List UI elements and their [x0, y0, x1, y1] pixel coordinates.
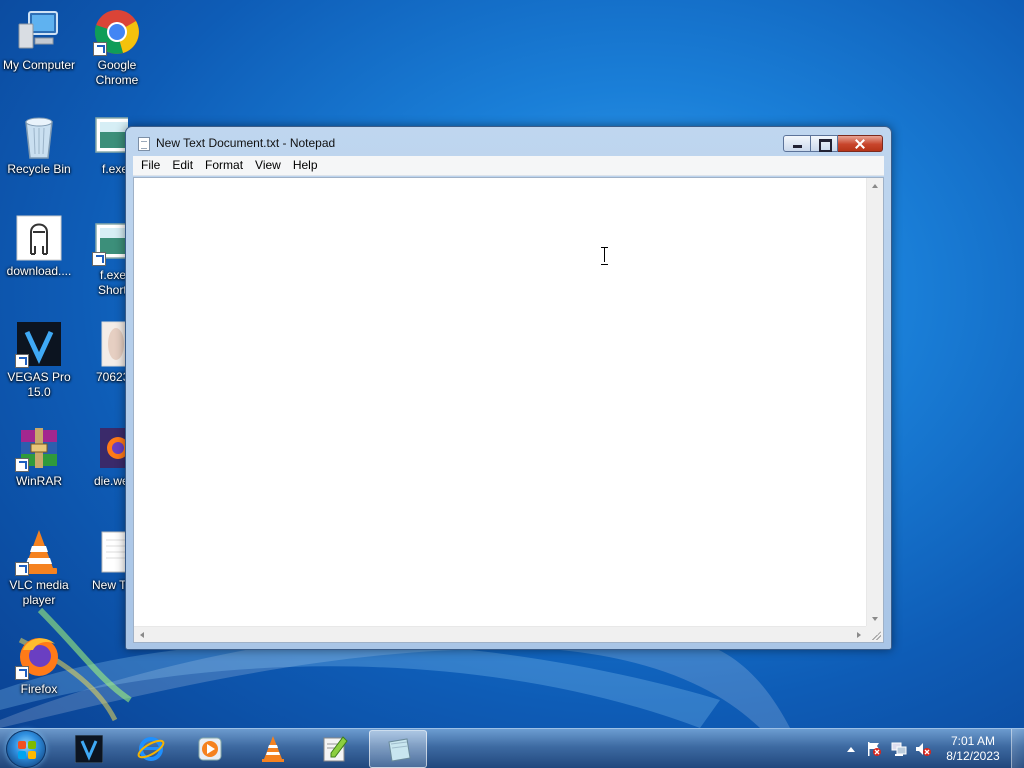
menu-help[interactable]: Help [287, 157, 324, 174]
recycle-bin-icon [15, 112, 63, 160]
exe-image-icon [92, 218, 128, 266]
shortcut-arrow-icon [15, 666, 29, 680]
desktop-icon-label: Recycle Bin [7, 162, 71, 176]
desktop-icon-label: Firefox [20, 682, 58, 696]
text-editing-area[interactable] [134, 178, 867, 627]
computer-icon [15, 8, 63, 56]
desktop-icon-f-exe[interactable]: f.exe [78, 112, 128, 177]
taskbar-app-notepad[interactable] [369, 730, 427, 768]
vegas-icon [15, 320, 63, 368]
desktop-icon-new-text-document[interactable]: New T Docume [78, 528, 128, 593]
action-center-flag-icon[interactable] [866, 741, 882, 757]
resize-grip[interactable] [866, 626, 883, 642]
menu-edit[interactable]: Edit [166, 157, 199, 174]
title-bar[interactable]: New Text Document.txt - Notepad [126, 127, 891, 157]
desktop-icon-label: My Computer [2, 58, 76, 72]
media-player-icon [198, 737, 222, 761]
winrar-icon [15, 424, 63, 472]
volume-muted-icon[interactable] [915, 741, 931, 757]
desktop-icon-label: 7062379 [96, 370, 128, 384]
firefox-file-icon [92, 424, 128, 472]
desktop-icon-winrar[interactable]: WinRAR [0, 424, 78, 489]
image-file-icon [92, 320, 128, 368]
menu-view[interactable]: View [249, 157, 287, 174]
taskbar-app-internet-explorer[interactable] [122, 730, 180, 768]
notepad-plus-plus-icon [323, 736, 348, 762]
shortcut-arrow-icon [93, 42, 107, 56]
maximize-button[interactable] [811, 135, 838, 152]
desktop-icon-recycle-bin[interactable]: Recycle Bin [0, 112, 78, 177]
text-cursor-icon [601, 247, 608, 265]
taskbar-app-media-player[interactable] [182, 730, 240, 768]
shortcut-arrow-icon [15, 562, 29, 576]
file-icon [15, 214, 63, 262]
taskbar: 7:01 AM 8/12/2023 [0, 728, 1024, 768]
scroll-right-icon[interactable] [857, 632, 861, 638]
desktop-icon-label: New T Docume [92, 578, 128, 592]
taskbar-app-vegas[interactable] [60, 730, 118, 768]
exe-image-icon [92, 112, 128, 160]
network-icon[interactable] [891, 741, 907, 757]
resize-grip-icon [871, 630, 881, 640]
desktop-icon-f-exe-shortcut[interactable]: f.exe Shortc [78, 218, 128, 298]
desktop-icon-label: f.exe Shortc [98, 268, 128, 297]
menu-format[interactable]: Format [199, 157, 249, 174]
show-desktop-button[interactable] [1011, 729, 1024, 768]
show-hidden-icons-icon[interactable] [847, 747, 855, 752]
scroll-left-icon[interactable] [140, 632, 144, 638]
vegas-icon [75, 735, 103, 763]
window-title: New Text Document.txt - Notepad [156, 136, 336, 150]
firefox-icon [15, 632, 63, 680]
windows-logo-icon [18, 741, 36, 759]
desktop-icon-label: die.we [94, 474, 128, 488]
minimize-button[interactable] [783, 135, 811, 152]
desktop-icon-my-computer[interactable]: My Computer [0, 8, 78, 73]
shortcut-arrow-icon [92, 252, 106, 266]
close-button[interactable] [838, 135, 883, 152]
desktop-icon-label: Google Chrome [95, 58, 139, 87]
horizontal-scrollbar[interactable] [134, 626, 867, 642]
start-button[interactable] [6, 730, 46, 768]
shortcut-arrow-icon [15, 458, 29, 472]
taskbar-app-vlc[interactable] [244, 730, 302, 768]
clock-time: 7:01 AM [950, 734, 996, 748]
desktop-icon-google-chrome[interactable]: Google Chrome [78, 8, 156, 88]
desktop-icon-die-we[interactable]: die.we [78, 424, 128, 489]
text-file-icon [92, 528, 128, 576]
desktop-icon-7062379[interactable]: 7062379 [78, 320, 128, 385]
menu-bar: File Edit Format View Help [133, 156, 884, 176]
desktop-icon-label: f.exe [102, 162, 128, 176]
desktop-icon-label: download.... [6, 264, 72, 278]
caption-buttons [783, 135, 883, 152]
menu-file[interactable]: File [135, 157, 166, 174]
desktop-icon-label: VEGAS Pro 15.0 [7, 370, 71, 399]
chrome-icon [93, 8, 141, 56]
notepad-icon [388, 738, 411, 762]
scroll-down-icon[interactable] [872, 617, 878, 621]
desktop-icon-label: WinRAR [15, 474, 62, 488]
internet-explorer-icon [137, 737, 165, 761]
vlc-icon [15, 528, 63, 576]
desktop-icon-label: VLC media player [9, 578, 69, 607]
desktop-icon-vlc[interactable]: VLC media player [0, 528, 78, 608]
notepad-window[interactable]: New Text Document.txt - Notepad File Edi… [125, 126, 892, 650]
shortcut-arrow-icon [15, 354, 29, 368]
system-clock[interactable]: 7:01 AM 8/12/2023 [940, 734, 1006, 764]
desktop-icon-download[interactable]: download.... [0, 214, 78, 279]
editor-frame [133, 177, 884, 643]
desktop-icon-vegas-pro[interactable]: VEGAS Pro 15.0 [0, 320, 78, 400]
notepad-icon [138, 137, 150, 151]
scroll-up-icon[interactable] [872, 184, 878, 188]
vertical-scrollbar[interactable] [866, 178, 883, 627]
taskbar-app-notepad-plus-plus[interactable] [306, 730, 364, 768]
clock-date: 8/12/2023 [946, 749, 1000, 763]
desktop-icon-firefox[interactable]: Firefox [0, 632, 78, 697]
vlc-icon [262, 736, 284, 762]
